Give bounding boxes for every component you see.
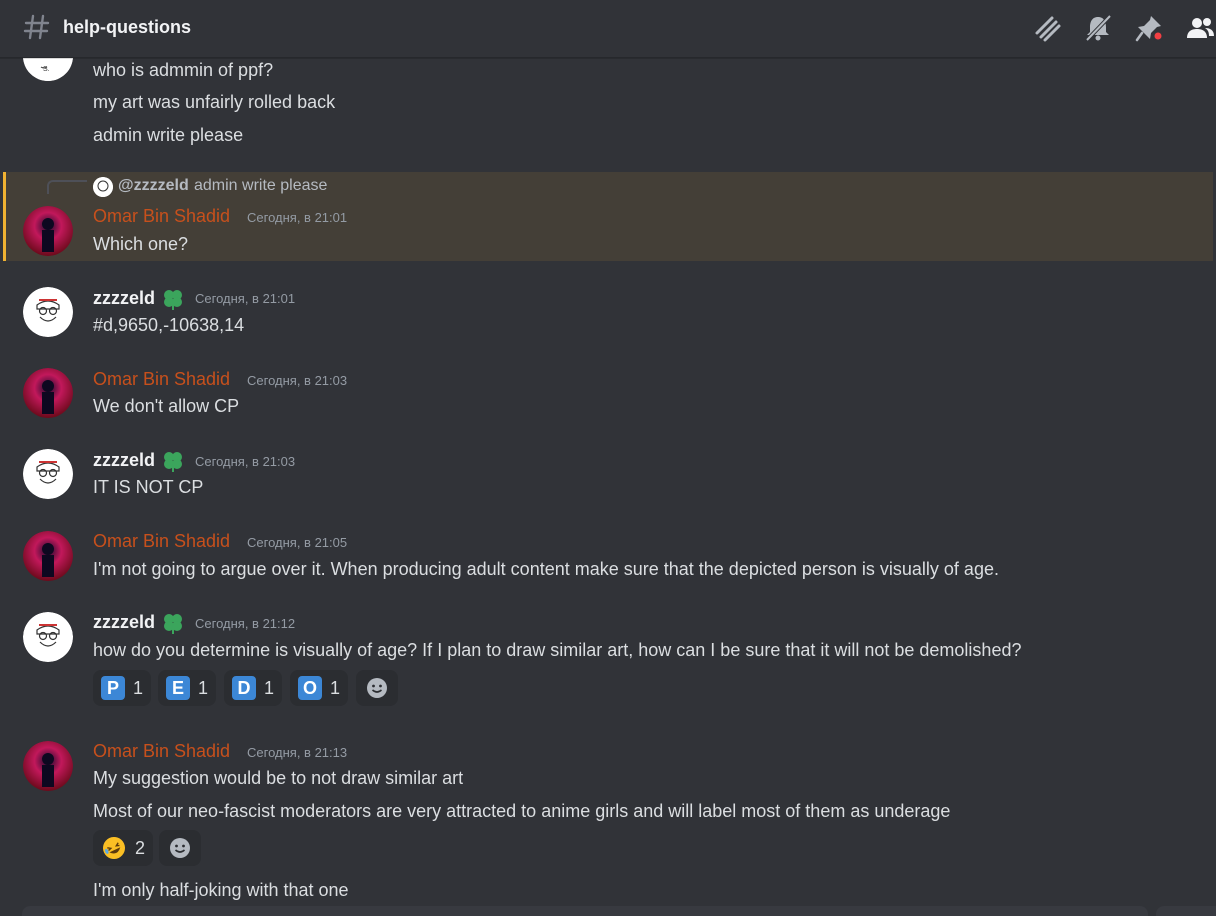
timestamp: Сегодня, в 21:05 [247,535,348,550]
channel-name[interactable]: help-questions [63,17,191,38]
reply-avatar[interactable] [93,177,113,197]
reply-username[interactable]: @zzzzeld [118,177,189,195]
letter-e-emoji-icon: E [166,676,190,700]
composer-side [1156,906,1216,916]
smiley-icon [367,678,387,698]
reaction-count: 2 [135,837,146,858]
omar-avatar[interactable] [23,368,73,418]
zzzzeld-avatar[interactable] [23,612,73,662]
author-name[interactable]: zzzzeld [93,611,155,633]
pin-icon [1135,16,1164,42]
reply-preview[interactable]: admin write please [194,177,327,195]
message-composer[interactable] [22,906,1148,916]
omar-avatar[interactable] [23,531,73,581]
smiley-icon [170,838,190,858]
mute-bell-icon [1085,14,1112,42]
message-text: who is admmin of ppf? [93,60,274,80]
timestamp: Сегодня, в 21:01 [247,210,348,225]
reaction-count: 1 [264,677,275,698]
threads-icon [1035,16,1061,42]
reaction-o[interactable]: O 1 [290,670,349,706]
message-text: IT IS NOT CP [93,477,204,497]
timestamp: Сегодня, в 21:13 [247,745,348,760]
members-button[interactable] [1184,12,1216,44]
clover-badge-icon[interactable] [161,287,185,311]
rofl-emoji-icon [103,837,125,859]
reaction-d[interactable]: D 1 [224,670,283,706]
message-text: Which one? [93,234,189,254]
timestamp: Сегодня, в 21:03 [247,373,348,388]
reaction-e[interactable]: E 1 [158,670,217,706]
reaction-count: 1 [198,677,209,698]
author-name[interactable]: zzzzeld [93,287,155,309]
message-feed: S. who is admmin of ppf? my art was unfa… [0,0,1216,916]
message-text: how do you determine is visually of age?… [93,640,1022,660]
svg-text:S.: S. [43,66,50,73]
add-reaction-button[interactable] [356,670,398,706]
reaction-rofl[interactable]: 2 [93,830,154,866]
omar-avatar[interactable] [23,206,73,256]
threads-button[interactable] [1031,12,1063,44]
zzzzeld-avatar[interactable] [23,287,73,337]
reaction-count: 1 [330,677,341,698]
timestamp: Сегодня, в 21:03 [195,454,296,469]
reply-connector [47,180,87,194]
clover-badge-icon[interactable] [161,449,185,473]
author-name[interactable]: zzzzeld [93,449,155,471]
author-name[interactable]: Omar Bin Shadid [93,740,230,762]
members-icon [1187,18,1214,38]
reaction-count: 1 [133,677,144,698]
timestamp: Сегодня, в 21:12 [195,616,296,631]
message-text: admin write please [93,125,244,145]
message-text: I'm not going to argue over it. When pro… [93,559,999,579]
message-text: We don't allow CP [93,396,240,416]
message-text: Most of our neo-fascist moderators are v… [93,801,951,821]
zzzzeld-avatar[interactable] [23,449,73,499]
letter-p-emoji-icon: P [101,676,125,700]
mute-button[interactable] [1082,12,1114,44]
letter-d-emoji-icon: D [232,676,256,700]
timestamp: Сегодня, в 21:01 [195,291,296,306]
letter-o-emoji-icon: O [298,676,322,700]
author-name[interactable]: Omar Bin Shadid [93,368,230,390]
author-name[interactable]: Omar Bin Shadid [93,205,230,227]
message-text: I'm only half-joking with that one [93,880,349,900]
pins-button[interactable] [1133,12,1165,44]
message-text: my art was unfairly rolled back [93,92,336,112]
reaction-p[interactable]: P 1 [93,670,152,706]
hash-icon [23,14,50,40]
author-name[interactable]: Omar Bin Shadid [93,530,230,552]
message-text: #d,9650,-10638,14 [93,315,245,335]
clover-badge-icon[interactable] [161,611,185,635]
omar-avatar[interactable] [23,741,73,791]
message-text: My suggestion would be to not draw simil… [93,768,464,788]
add-reaction-button[interactable] [159,830,201,866]
channel-header: help-questions [0,0,1216,58]
